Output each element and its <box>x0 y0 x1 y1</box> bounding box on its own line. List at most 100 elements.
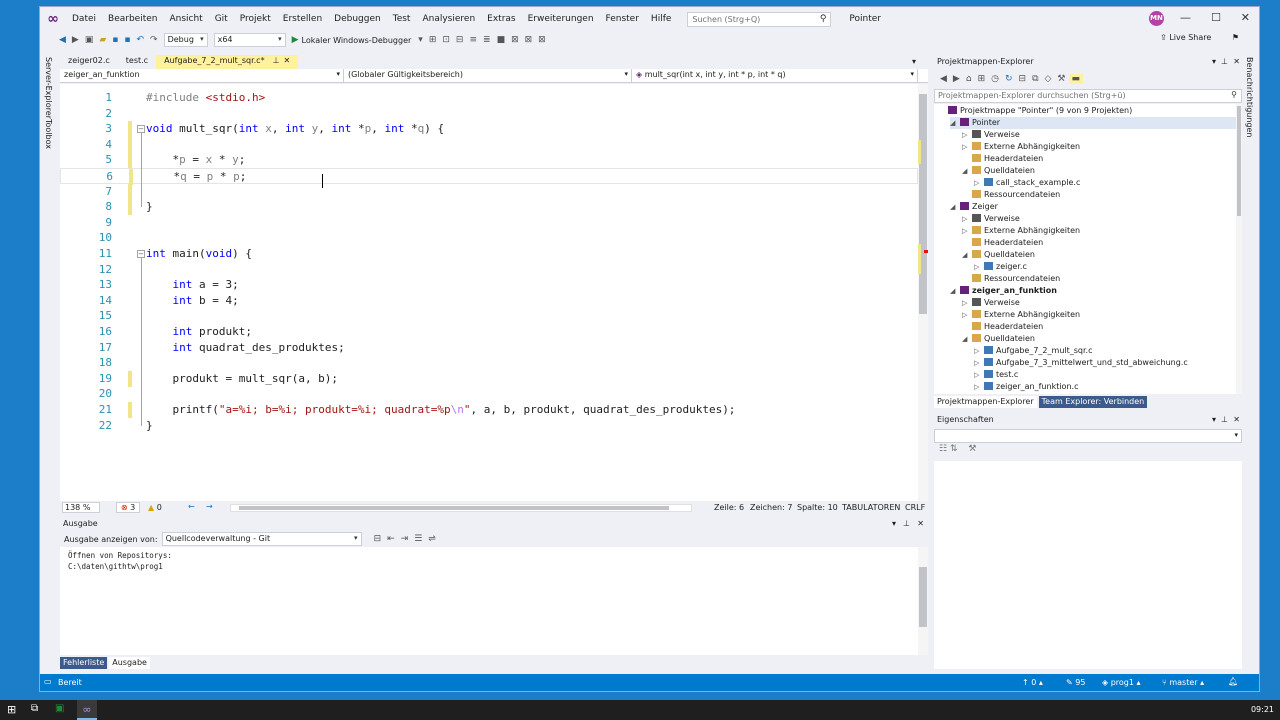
menu-item[interactable]: Ansicht <box>163 14 208 24</box>
open-icon[interactable]: ▰ <box>96 35 109 45</box>
clear-all-icon[interactable]: ☰ <box>411 534 425 544</box>
output-text[interactable]: Öffnen von Repositorys: C:\daten\githtw\… <box>60 547 918 655</box>
code-view-icon[interactable]: ◇ <box>1042 74 1055 84</box>
property-pages-icon[interactable]: ⚒ <box>968 444 976 454</box>
pending-changes-icon[interactable]: ◷ <box>988 74 1002 84</box>
expand-arrow-icon[interactable]: ▷ <box>962 225 972 237</box>
sync-icon[interactable]: ↻ <box>1002 74 1016 84</box>
tool-icon[interactable]: ≣ <box>480 35 494 45</box>
expand-arrow-icon[interactable]: ▷ <box>962 309 972 321</box>
tree-item[interactable]: ▷ Aufgabe_7_2_mult_sqr.c <box>974 345 1092 357</box>
member-dropdown[interactable]: ◈ mult_sqr(int x, int y, int * p, int * … <box>632 69 918 82</box>
tool-icon[interactable]: ⊞ <box>426 35 440 45</box>
code-line[interactable]: 6 *q = p * p; <box>60 168 918 185</box>
home-icon[interactable]: ⌂ <box>963 74 975 84</box>
code-line[interactable]: 13 int a = 3; <box>60 277 918 293</box>
close-icon[interactable]: ✕ <box>1241 11 1250 24</box>
code-line[interactable]: 10 <box>60 230 918 246</box>
code-line[interactable]: 2 <box>60 106 918 122</box>
search-input[interactable]: Suchen (Strg+Q) ⚲ <box>687 11 832 27</box>
push-count[interactable]: ↑ 0 ▴ <box>1022 678 1043 687</box>
menu-item[interactable]: Datei <box>66 14 102 24</box>
tree-item[interactable]: Ressourcendateien <box>962 273 1060 285</box>
tree-item[interactable]: ▷ Verweise <box>962 213 1020 225</box>
code-line[interactable]: 5 *p = x * y; <box>60 152 918 169</box>
chevron-down-icon[interactable]: ▾ <box>415 35 426 45</box>
config-dropdown[interactable]: Debug ▾ <box>163 33 208 47</box>
expand-arrow-icon[interactable]: ◢ <box>950 285 960 297</box>
clock[interactable]: 09:21 <box>1251 705 1274 714</box>
forward-icon[interactable]: ▶ <box>950 74 963 84</box>
word-wrap-icon[interactable]: ⇌ <box>425 534 439 544</box>
notifications-tab[interactable]: Benachrichtigungen <box>1245 57 1254 137</box>
code-line[interactable]: 20 <box>60 386 918 402</box>
repo-selector[interactable]: ◈ prog1 ▴ <box>1102 678 1141 687</box>
expand-arrow-icon[interactable]: ▷ <box>962 141 972 153</box>
avatar[interactable]: MN <box>1149 11 1164 26</box>
fold-toggle-icon[interactable]: − <box>137 250 145 258</box>
menu-item[interactable]: Git <box>209 14 234 24</box>
tool-icon[interactable]: ⊠ <box>508 35 522 45</box>
code-editor[interactable]: 1 #include <stdio.h> 2 3− void mult_sqr(int … <box>60 84 918 501</box>
expand-arrow-icon[interactable]: ▷ <box>962 297 972 309</box>
tree-item[interactable]: ▷ test.c <box>974 369 1018 381</box>
branch-selector[interactable]: ⑂ master ▴ <box>1162 678 1204 687</box>
visual-studio-logo-icon[interactable]: ∞ <box>40 11 66 27</box>
alphabetical-icon[interactable]: ⇅ <box>950 444 958 454</box>
code-line[interactable]: 8} <box>60 199 918 216</box>
menu-item[interactable]: Test <box>387 14 417 24</box>
code-line[interactable]: 3 − void mult_sqr(int x, int y, int *p, in… <box>60 121 918 138</box>
tree-item[interactable]: ▷ Aufgabe_7_3_mittelwert_und_std_abweichu… <box>974 357 1188 369</box>
expand-arrow-icon[interactable]: ◢ <box>950 117 960 129</box>
tool-icon[interactable]: ⊡ <box>439 35 453 45</box>
pin-icon[interactable]: ⊥ <box>903 519 910 528</box>
menu-item[interactable]: Debuggen <box>328 14 387 24</box>
output-source-dropdown[interactable]: Quellcodeverwaltung - Git ▾ <box>161 532 362 546</box>
tree-item[interactable]: ◢ Quelldateien <box>962 333 1035 345</box>
tree-item[interactable]: ▷ Verweise <box>962 297 1020 309</box>
scroll-thumb[interactable] <box>1237 106 1241 216</box>
play-icon[interactable]: ▶ <box>289 35 302 45</box>
server-explorer-tab[interactable]: Server-Explorer <box>44 57 53 119</box>
nav-back-icon[interactable]: ← <box>188 502 195 511</box>
code-line[interactable]: 12 <box>60 262 918 278</box>
tool-icon[interactable]: ⊠ <box>535 35 549 45</box>
editor-vertical-scrollbar[interactable] <box>918 84 928 501</box>
tool-icon[interactable]: ≡ <box>466 35 480 45</box>
tree-item[interactable]: Headerdateien <box>962 237 1043 249</box>
switch-views-icon[interactable]: ⊞ <box>975 74 989 84</box>
maximize-icon[interactable]: ☐ <box>1211 11 1221 24</box>
expand-arrow-icon[interactable]: ◢ <box>962 165 972 177</box>
notifications-icon[interactable]: 🔔︎ <box>1228 677 1238 686</box>
tree-item[interactable]: ▷ Externe Abhängigkeiten <box>962 309 1080 321</box>
categorized-icon[interactable]: ☷ <box>939 444 947 454</box>
dropdown-icon[interactable]: ▾ <box>892 519 896 528</box>
menu-item[interactable]: Hilfe <box>645 14 677 24</box>
code-line[interactable]: 18 <box>60 355 918 371</box>
project-dropdown[interactable]: zeiger_an_funktion ▾ <box>60 69 344 82</box>
menu-item[interactable]: Bearbeiten <box>102 14 163 24</box>
live-share-button[interactable]: ⇪ Live Share ⚑ <box>1160 33 1239 42</box>
show-all-files-icon[interactable]: ⧉ <box>1029 74 1041 84</box>
tree-item[interactable]: ◢ Pointer <box>950 117 1242 129</box>
scroll-thumb[interactable] <box>919 567 927 627</box>
pin-icon[interactable]: ⊥ <box>1221 57 1228 66</box>
menu-item[interactable]: Extras <box>481 14 521 24</box>
close-icon[interactable]: ✕ <box>284 56 291 65</box>
solution-explorer-search-input[interactable]: Projektmappen-Explorer durchsuchen (Strg… <box>934 89 1242 103</box>
expand-arrow-icon[interactable]: ◢ <box>962 333 972 345</box>
menu-item[interactable]: Erweiterungen <box>522 14 600 24</box>
feedback-icon[interactable]: ⚑ <box>1232 33 1239 42</box>
code-line[interactable]: 16 int produkt; <box>60 324 918 340</box>
tree-item[interactable]: ◢ Zeiger <box>950 201 998 213</box>
tree-item[interactable]: ◢ Quelldateien <box>962 249 1035 261</box>
indent-indicator[interactable]: TABULATOREN <box>842 503 900 512</box>
expand-arrow-icon[interactable]: ▷ <box>974 261 984 273</box>
task-view-icon[interactable]: ⧉ <box>31 703 38 714</box>
find-icon[interactable]: ⊟ <box>371 534 385 544</box>
close-icon[interactable]: ✕ <box>1233 57 1240 66</box>
dropdown-icon[interactable]: ▾ <box>1212 57 1216 66</box>
tree-item[interactable]: Headerdateien <box>962 321 1043 333</box>
windows-start-icon[interactable]: ⊞ <box>7 703 16 716</box>
fold-toggle-icon[interactable]: − <box>137 125 145 134</box>
